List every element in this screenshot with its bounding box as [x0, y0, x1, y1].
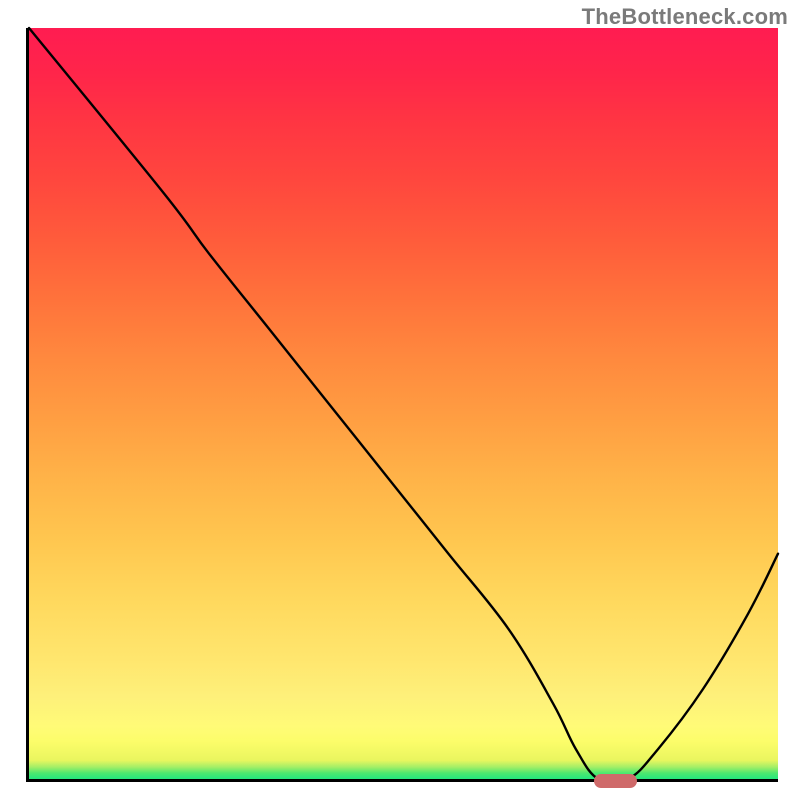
bottleneck-curve: [29, 28, 778, 779]
plot-area: [26, 28, 778, 782]
chart-container: TheBottleneck.com: [0, 0, 800, 800]
watermark-text: TheBottleneck.com: [582, 4, 788, 30]
bottleneck-marker: [594, 774, 638, 788]
